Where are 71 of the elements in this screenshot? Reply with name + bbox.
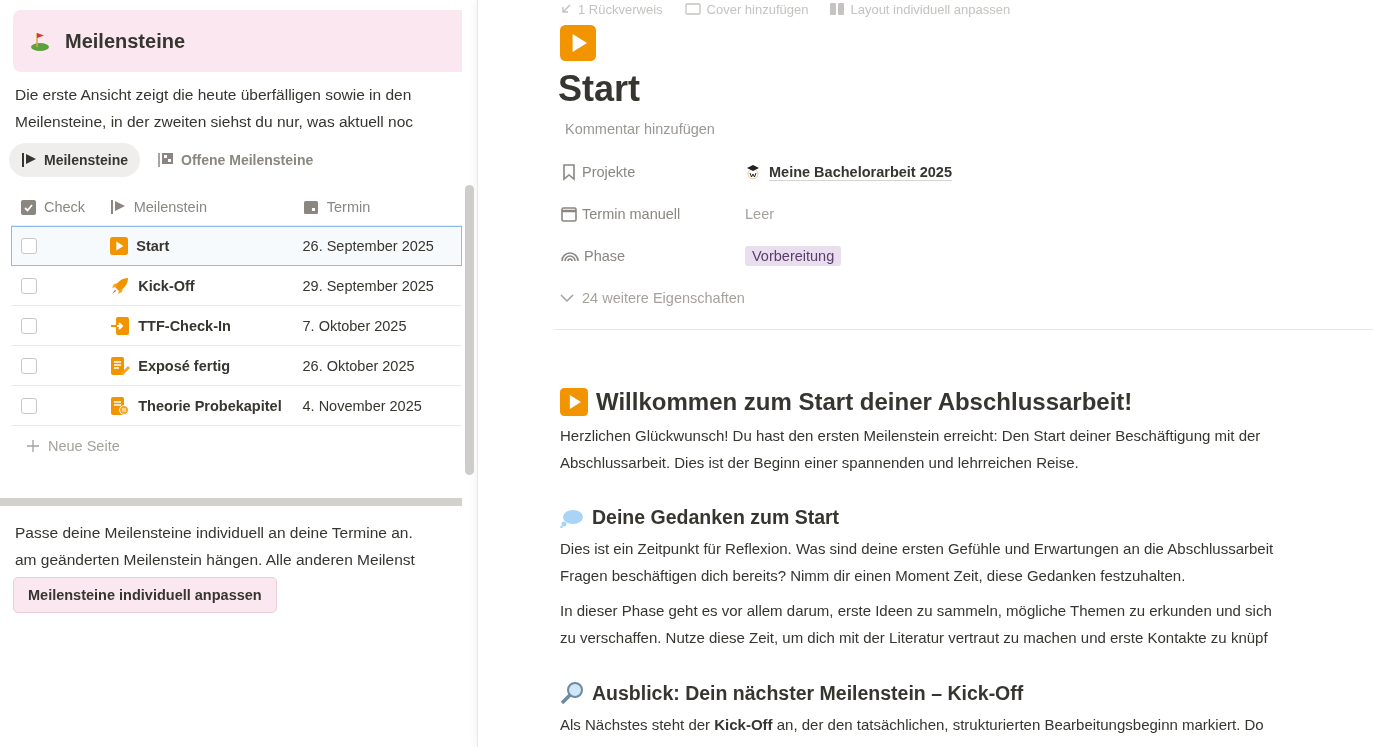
milestone-name[interactable]: Kick-Off	[138, 278, 195, 294]
date-text: 29. September 2025	[302, 278, 434, 294]
table-row[interactable]: Theorie Probekapitel 4. November 2025	[11, 386, 462, 426]
checkbox-icon	[21, 199, 36, 215]
view-tab[interactable]: Offene Meilensteine	[146, 143, 326, 177]
paragraph-text: Herzlichen Glückwunsch! Du hast den ersten Meilenstein erreicht: Den Start deiner Beschäftigung mit der	[560, 426, 1261, 446]
image-icon	[684, 3, 701, 15]
paragraph-text: Dies ist ein Zeitpunkt für Reflexion. Was sind deine ersten Gefühle und Erwartungen an die Abschlussarbeit	[560, 539, 1274, 559]
description-text: Die erste Ansicht zeigt die heute überfälligen sowie in den	[15, 85, 412, 105]
note-text: Passe deine Meilensteine individuell an deine Termine an.	[15, 523, 413, 543]
backlink-icon	[560, 3, 572, 15]
column-header[interactable]: Check	[11, 199, 100, 215]
paragraph-text: In dieser Phase geht es vor allem darum, erste Ideen zu sammeln, mögliche Themen zu erkunden und sich	[560, 601, 1272, 621]
milestone-name[interactable]: TTF-Check-In	[138, 318, 231, 334]
table-row[interactable]: TTF-Check-In 7. Oktober 2025	[11, 306, 462, 346]
property-label[interactable]: Projekte	[560, 163, 745, 181]
page-title: Start	[558, 67, 642, 111]
paragraph-text: Als Nächstes steht der Kick-Off an, der den tatsächlichen, strukturierten Bearbeitungsbeginn markiert. Do	[560, 715, 1264, 735]
graduation-cap-icon	[745, 164, 761, 180]
checkered-flag-icon	[158, 152, 175, 168]
play-icon	[110, 237, 129, 255]
paragraph-text: zu verschaffen. Nutze diese Zeit, um dich mit der Literatur vertraut zu machen und erste Kontakte zu knüpf	[560, 628, 1268, 648]
customize-button[interactable]: Meilensteine individuell anpassen	[13, 577, 277, 613]
note-text: am geänderten Meilenstein hängen. Alle anderen Meilenst	[15, 549, 415, 570]
document-pencil-icon	[110, 356, 131, 376]
checkbox[interactable]	[21, 238, 37, 254]
paragraph-text: Abschlussarbeit. Dies ist der Beginn einer spannenden und lehrreichen Reise.	[560, 453, 1079, 473]
date-text: 4. November 2025	[302, 398, 422, 414]
description-text: Meilensteine, in der zweiten siehst du nur, was aktuell noc	[15, 111, 414, 132]
column-header[interactable]: Termin	[292, 199, 462, 215]
flag-icon	[21, 152, 37, 168]
layout-icon	[830, 3, 845, 15]
table-row[interactable]: Exposé fertig 26. Oktober 2025	[11, 346, 462, 386]
property-label[interactable]: Phase	[560, 247, 745, 265]
phase-tag[interactable]: Vorbereitung	[745, 246, 842, 266]
milestone-name[interactable]: Theorie Probekapitel	[138, 398, 282, 414]
checkbox[interactable]	[21, 318, 37, 334]
thought-bubble-icon	[560, 507, 584, 528]
project-link[interactable]: Meine Bachelorarbeit 2025	[745, 163, 952, 181]
section-heading: Willkommen zum Start deiner Abschlussarbeit!	[596, 388, 1133, 416]
column-header[interactable]: Meilenstein	[99, 199, 293, 215]
scrollbar[interactable]	[465, 185, 474, 475]
bookmark-icon	[560, 163, 578, 181]
magnifier-icon	[560, 681, 584, 705]
milestone-name[interactable]: Start	[136, 238, 170, 254]
checkbox[interactable]	[21, 358, 37, 374]
property-label[interactable]: Termin manuell	[560, 205, 745, 223]
date-text: 26. Oktober 2025	[302, 358, 415, 374]
subsection-heading: Ausblick: Dein nächster Meilenstein – Kick-Off	[592, 681, 1024, 705]
checkbox[interactable]	[21, 278, 37, 294]
paragraph-text: Fragen beschäftigen dich bereits? Nimm dir einen Moment Zeit, diese Gedanken festzuhalten.	[560, 566, 1186, 586]
milestone-name[interactable]: Exposé fertig	[138, 358, 231, 374]
enter-icon	[110, 316, 131, 336]
document-search-icon	[110, 396, 131, 416]
callout-title: Meilensteine	[65, 29, 186, 53]
golf-flag-icon	[29, 30, 51, 52]
play-icon	[560, 25, 596, 61]
table-row[interactable]: Start 26. September 2025	[11, 226, 462, 266]
view-tab[interactable]: Meilensteine	[9, 143, 141, 177]
calendar-icon	[302, 199, 319, 215]
subsection-heading: Deine Gedanken zum Start	[592, 506, 840, 529]
plus-icon	[27, 440, 39, 452]
chevron-down-icon	[560, 293, 574, 303]
play-icon	[560, 388, 588, 416]
calendar-icon	[560, 205, 578, 223]
flag-icon	[109, 199, 126, 215]
table-row[interactable]: Kick-Off 29. September 2025	[11, 266, 462, 306]
checkbox[interactable]	[21, 398, 37, 414]
date-text: 7. Oktober 2025	[302, 318, 407, 334]
rocket-icon	[110, 276, 131, 296]
date-text: 26. September 2025	[302, 238, 434, 254]
